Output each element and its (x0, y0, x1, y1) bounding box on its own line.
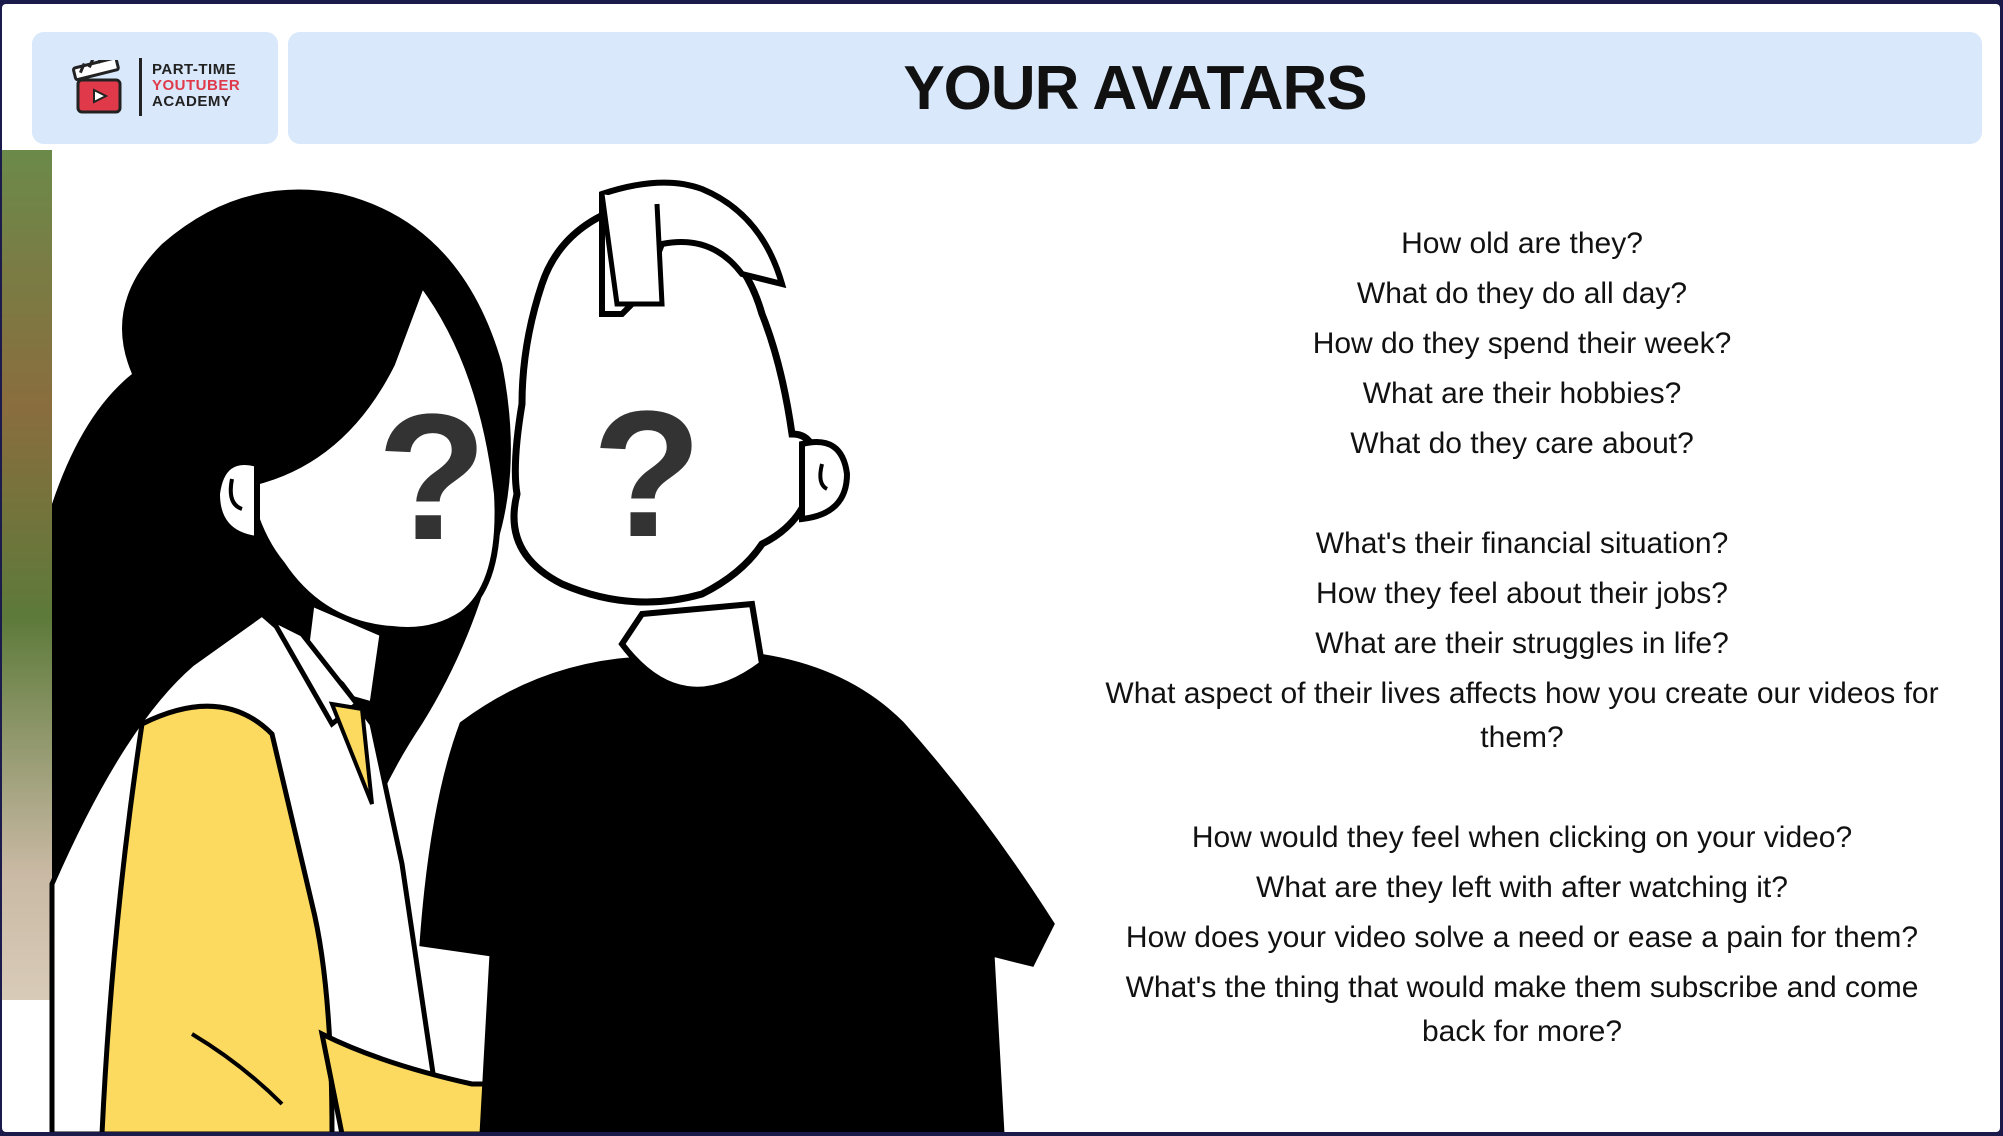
logo-wordmark: PART-TIME YOUTUBER ACADEMY (152, 62, 240, 110)
question-list: How old are they? What do they do all da… (1102, 219, 1942, 1057)
question-item: What aspect of their lives affects how y… (1105, 677, 1939, 754)
question-item: How old are they? (1401, 227, 1643, 260)
question-item: What do they care about? (1350, 427, 1694, 460)
logo-line-1: PART-TIME (152, 61, 237, 78)
question-item: How they feel about their jobs? (1316, 577, 1728, 610)
question-item: What do they do all day? (1356, 277, 1688, 310)
logo-line-3: ACADEMY (152, 93, 232, 110)
question-item: What are they left with after watching i… (1256, 871, 1788, 904)
question-item: What's the thing that would make them su… (1125, 971, 1919, 1048)
man-shirt (419, 651, 1055, 1132)
question-item: What are their struggles in life? (1315, 627, 1729, 660)
avatars-illustration: ? ? (49, 179, 1055, 1132)
title-banner: YOUR AVATARS (288, 32, 1982, 144)
question-item: How do they spend their week? (1312, 327, 1732, 360)
question-item: How does your video solve a need or ease… (1125, 921, 1919, 954)
question-item: What are their hobbies? (1362, 377, 1682, 410)
slide-title: YOUR AVATARS (903, 53, 1367, 123)
logo-divider (139, 58, 142, 116)
man-ear (799, 439, 851, 523)
logo: PART-TIME YOUTUBER ACADEMY (32, 32, 278, 144)
question-item: What's their financial situation? (1315, 527, 1729, 560)
question-mark-right: ? (592, 374, 702, 575)
clapperboard-icon (72, 60, 122, 114)
logo-line-2: YOUTUBER (152, 77, 241, 94)
question-item: How would they feel when clicking on you… (1191, 821, 1853, 854)
question-mark-left: ? (377, 377, 487, 578)
slide: PART-TIME YOUTUBER ACADEMY YOUR AVATARS … (2, 4, 2000, 1132)
